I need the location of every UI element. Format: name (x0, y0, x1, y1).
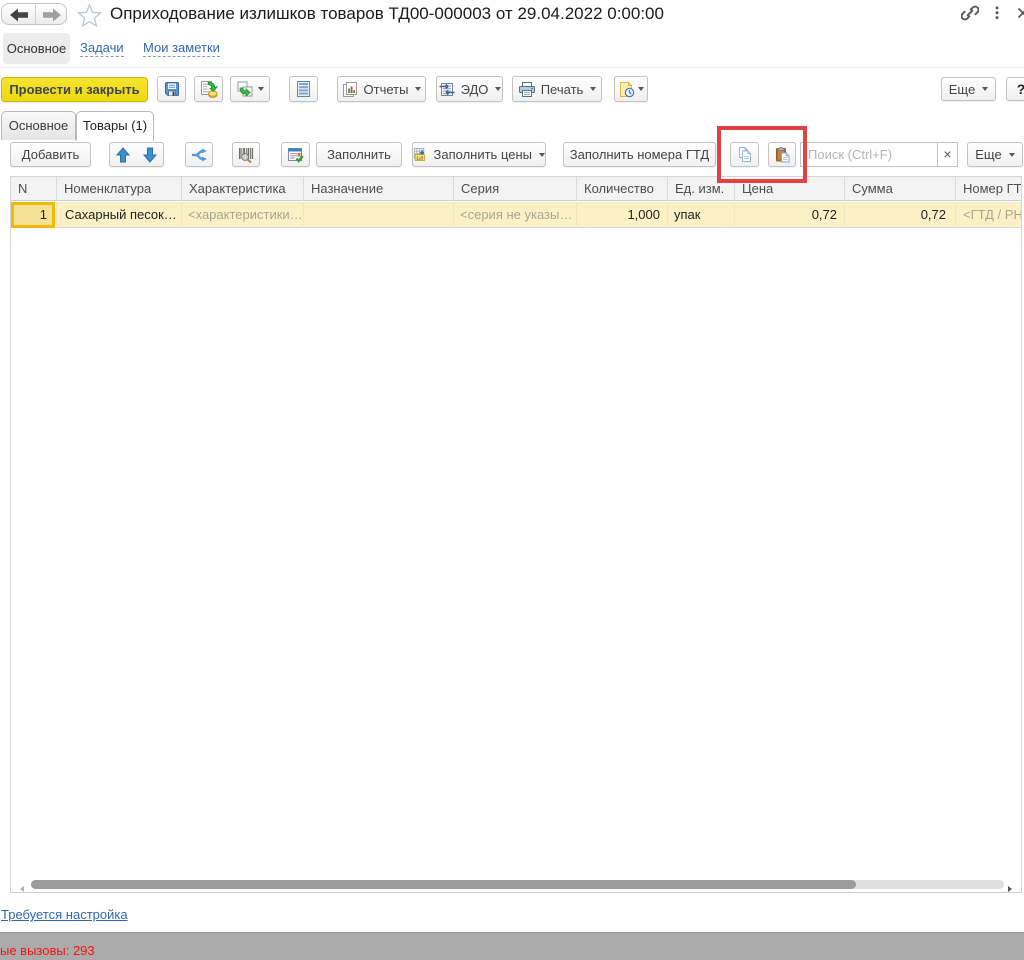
svg-text:1₁8: 1₁8 (416, 155, 423, 161)
